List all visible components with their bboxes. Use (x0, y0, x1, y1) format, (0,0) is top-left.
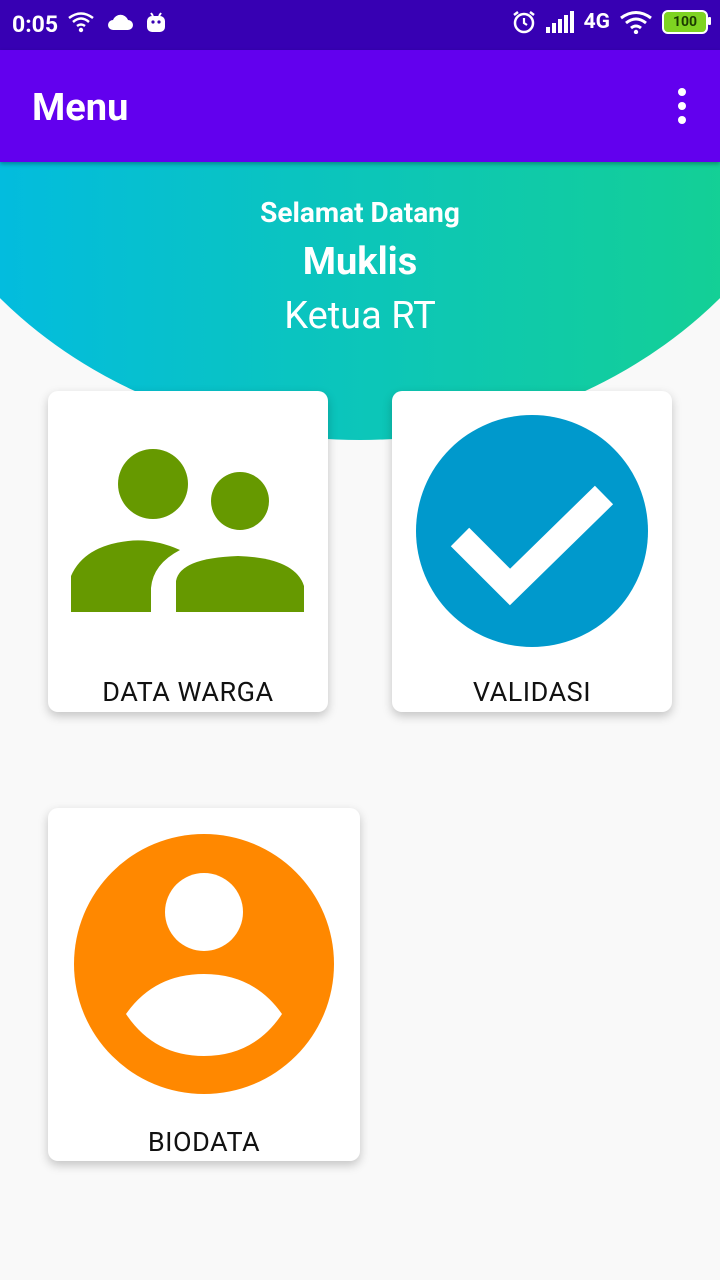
account-circle-icon (74, 834, 334, 1094)
data-warga-card[interactable]: DATA WARGA (48, 391, 328, 712)
biodata-label: BIODATA (147, 1126, 261, 1158)
wifi-icon (620, 11, 652, 34)
data-warga-label: DATA WARGA (102, 676, 274, 708)
wifi-icon (68, 12, 94, 33)
battery-indicator: 100 (662, 10, 711, 34)
status-bar: 0:05 4G 100 (0, 0, 720, 50)
network-type: 4G (583, 10, 610, 34)
validasi-label: VALIDASI (472, 676, 592, 708)
app-bar: Menu (0, 50, 720, 162)
status-left-icons (68, 11, 166, 33)
user-name: Muklis (302, 240, 418, 284)
battery-level: 100 (672, 14, 698, 30)
greeting-text: Selamat Datang (260, 196, 460, 229)
check-circle-icon (416, 415, 648, 647)
cloud-icon (108, 14, 133, 30)
biodata-card[interactable]: BIODATA (48, 808, 360, 1161)
people-icon (71, 449, 304, 612)
page-title: Menu (32, 86, 129, 130)
user-role: Ketua RT (284, 294, 436, 338)
alarm-icon (512, 11, 535, 34)
validasi-card[interactable]: VALIDASI (392, 391, 672, 712)
signal-icon (545, 11, 574, 33)
status-right-icons: 4G 100 (512, 10, 711, 34)
more-vert-icon[interactable] (672, 88, 692, 124)
android-icon (147, 12, 165, 32)
status-time: 0:05 (12, 11, 59, 38)
